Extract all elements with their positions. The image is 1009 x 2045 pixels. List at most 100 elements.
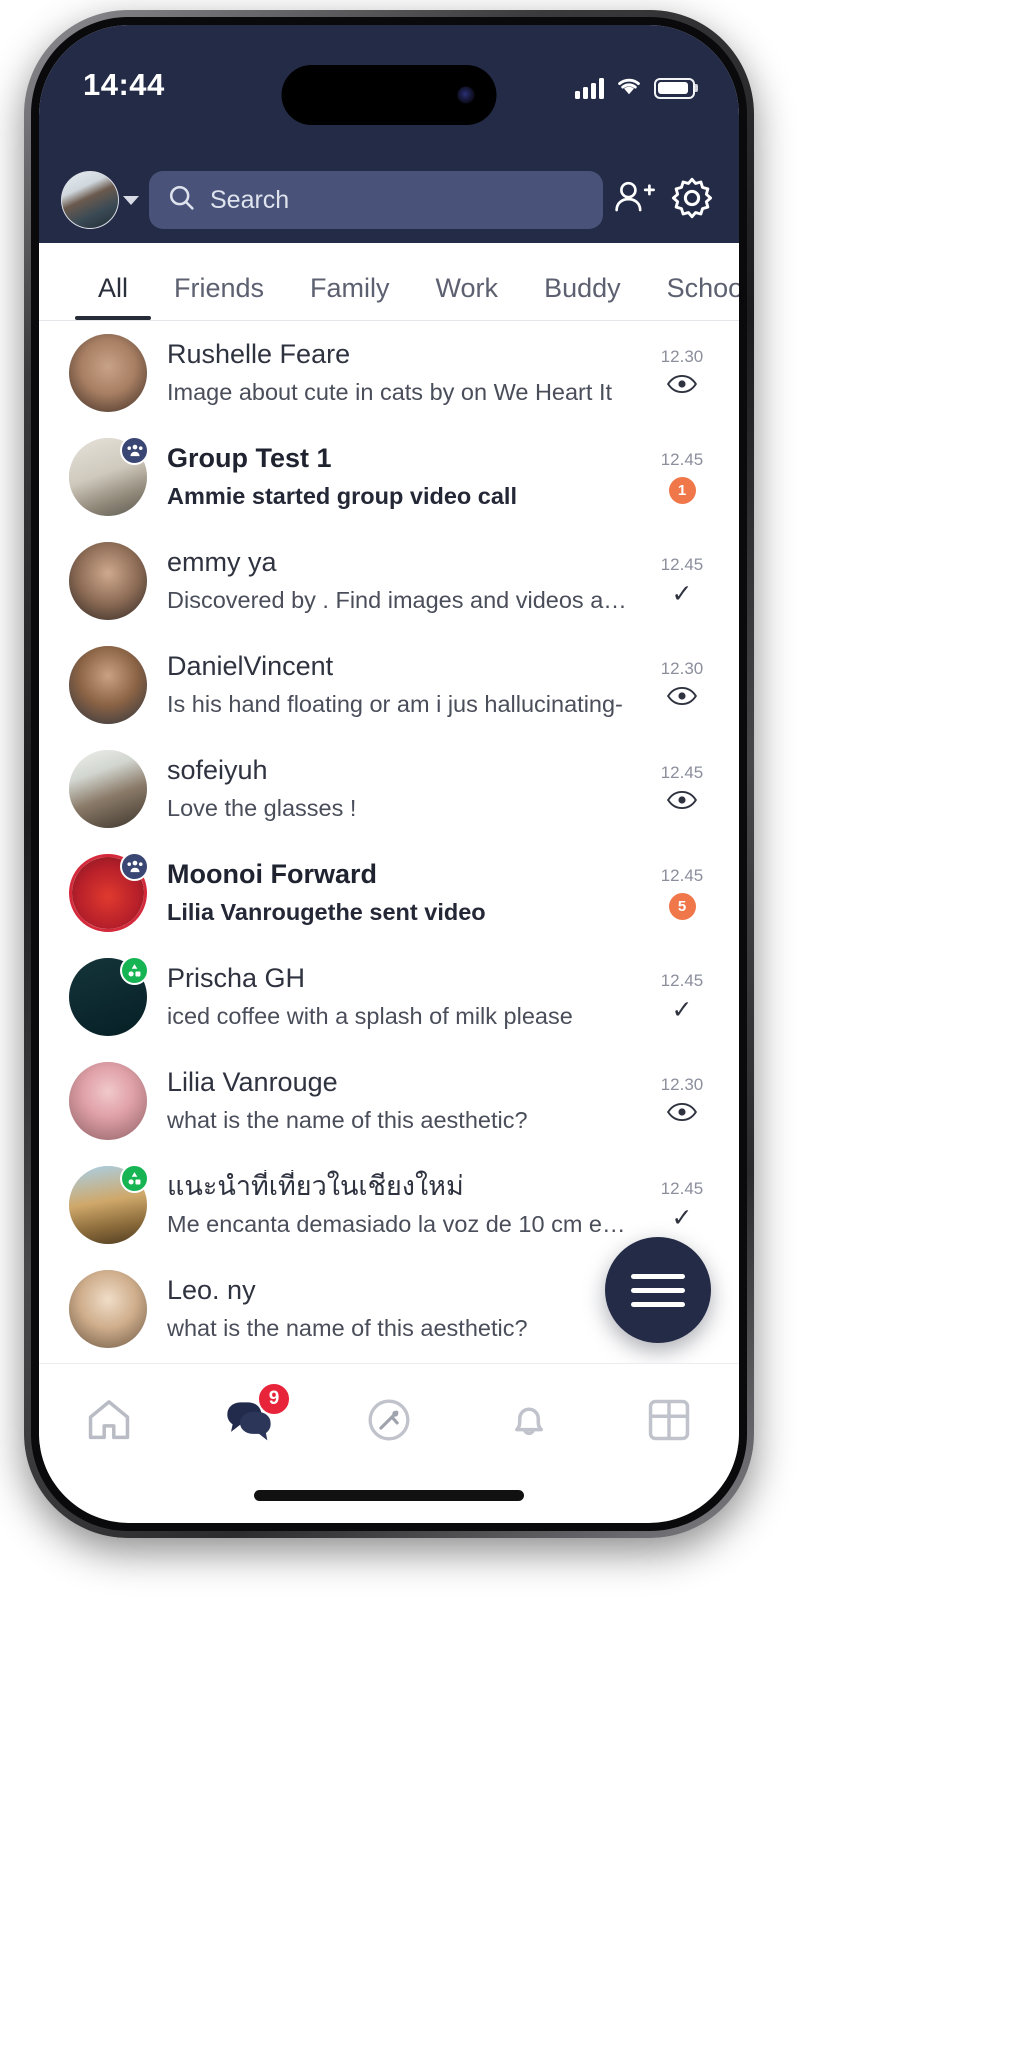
check-icon: ✓: [671, 580, 693, 608]
tab-family[interactable]: Family: [287, 273, 413, 320]
chat-list-item[interactable]: Prischa GH iced coffee with a splash of …: [39, 945, 739, 1049]
avatar[interactable]: [69, 750, 147, 828]
chat-name: Group Test 1: [167, 442, 332, 473]
avatar-wrapper: [69, 1164, 149, 1244]
avatar[interactable]: [69, 542, 147, 620]
tab-all[interactable]: All: [75, 273, 152, 320]
gear-icon[interactable]: [671, 177, 713, 224]
chat-list-item[interactable]: DanielVincent Is his hand floating or am…: [39, 633, 739, 737]
avatar-wrapper: [69, 1270, 147, 1348]
search-placeholder: Search: [210, 185, 290, 214]
chat-row-meta: 12.45 1: [651, 450, 713, 504]
chat-name: Moonoi Forward: [167, 858, 377, 889]
chat-timestamp: 12.45: [660, 866, 704, 885]
chat-name: Rushelle Feare: [167, 338, 351, 369]
chat-preview: Ammie started group video call: [167, 482, 517, 509]
nav-item-chats[interactable]: 9: [179, 1364, 319, 1481]
check-icon: ✓: [671, 996, 693, 1024]
search-input[interactable]: Search: [149, 171, 603, 229]
check-icon: ✓: [671, 1204, 693, 1232]
chevron-down-icon[interactable]: [123, 195, 139, 205]
phone-screen: 14:44 Search All Friends Family Work Bud…: [39, 25, 739, 1523]
home-indicator[interactable]: [254, 1490, 524, 1501]
nav-item-notifications[interactable]: [459, 1364, 599, 1481]
chat-row-body: Leo. ny what is the name of this aesthet…: [167, 1274, 631, 1344]
avatar-wrapper: [69, 1062, 147, 1140]
chat-name: Leo. ny: [167, 1274, 256, 1305]
search-icon: [167, 183, 196, 217]
home-icon: [85, 1396, 133, 1449]
add-person-icon[interactable]: [613, 178, 655, 223]
phone-frame: 14:44 Search All Friends Family Work Bud…: [24, 10, 754, 1538]
avatar-wrapper: [69, 750, 147, 828]
chat-row-body: Lilia Vanrouge what is the name of this …: [167, 1066, 631, 1136]
avatar-wrapper: [69, 956, 149, 1036]
avatar[interactable]: [69, 646, 147, 724]
eye-icon: [666, 1102, 698, 1127]
chat-timestamp: 12.45: [660, 763, 704, 782]
unread-count-badge: 1: [668, 477, 696, 504]
category-shapes-icon: [120, 1164, 149, 1193]
chat-timestamp: 12.45: [660, 450, 704, 469]
front-camera-icon: [457, 86, 475, 104]
bottom-navigation[interactable]: 9: [39, 1363, 739, 1481]
chat-row-meta: 12.45 ✓: [651, 1179, 713, 1231]
avatar-wrapper: [69, 646, 147, 724]
dynamic-island: [281, 65, 497, 125]
chat-name: DanielVincent: [167, 650, 334, 681]
tab-work[interactable]: Work: [413, 273, 522, 320]
chat-preview: Discovered by . Find images and videos a…: [167, 586, 631, 613]
chat-list-item[interactable]: Rushelle Feare Image about cute in cats …: [39, 321, 739, 425]
chat-list-item[interactable]: Group Test 1 Ammie started group video c…: [39, 425, 739, 529]
chat-timestamp: 12.45: [660, 971, 704, 990]
chat-row-body: DanielVincent Is his hand floating or am…: [167, 650, 631, 720]
avatar[interactable]: [69, 1062, 147, 1140]
cellular-signal-icon: [575, 77, 604, 99]
chat-preview: Lilia Vanrougethe sent video: [167, 898, 486, 925]
screenshot-root: 14:44 Search All Friends Family Work Bud…: [0, 0, 1009, 2045]
tab-school[interactable]: School: [644, 273, 739, 320]
nav-item-discover[interactable]: [319, 1364, 459, 1481]
chat-preview: Image about cute in cats by on We Heart …: [167, 378, 612, 405]
chat-list-item[interactable]: emmy ya Discovered by . Find images and …: [39, 529, 739, 633]
nav-item-home[interactable]: [39, 1364, 179, 1481]
chat-row-body: Prischa GH iced coffee with a splash of …: [167, 962, 631, 1032]
avatar-wrapper: [69, 542, 147, 620]
avatar[interactable]: [69, 334, 147, 412]
tab-friends[interactable]: Friends: [151, 273, 287, 320]
header-actions: [613, 177, 713, 224]
chat-preview: what is the name of this aesthetic?: [167, 1106, 528, 1133]
nav-item-apps[interactable]: [599, 1364, 739, 1481]
eye-icon: [666, 686, 698, 711]
tab-buddy[interactable]: Buddy: [521, 273, 644, 320]
group-people-icon: [120, 436, 149, 465]
chat-list[interactable]: Rushelle Feare Image about cute in cats …: [39, 321, 739, 1363]
chat-row-meta: 12.45 ✓: [651, 971, 713, 1023]
chat-row-meta: 12.30: [651, 1075, 713, 1127]
chat-row-body: แนะนำที่เที่ยวในเชียงใหม่ Me encanta dem…: [167, 1170, 631, 1240]
chat-list-item[interactable]: Lilia Vanrouge what is the name of this …: [39, 1049, 739, 1153]
chat-row-meta: 12.30: [651, 347, 713, 399]
chat-timestamp: 12.30: [660, 1075, 704, 1094]
chat-row-meta: 12.45 ✓: [651, 555, 713, 607]
chat-list-item[interactable]: sofeiyuh Love the glasses ! 12.45: [39, 737, 739, 841]
battery-icon: [654, 77, 695, 99]
grid-icon: [645, 1396, 693, 1449]
chat-row-body: sofeiyuh Love the glasses !: [167, 754, 631, 824]
chat-list-item[interactable]: Moonoi Forward Lilia Vanrougethe sent vi…: [39, 841, 739, 945]
chat-preview: Is his hand floating or am i jus halluci…: [167, 690, 623, 717]
hamburger-menu-icon[interactable]: [605, 1237, 711, 1343]
app-header: Search: [39, 157, 739, 243]
chat-name: emmy ya: [167, 546, 277, 577]
chat-preview: what is the name of this aesthetic?: [167, 1314, 528, 1341]
bell-icon: [506, 1396, 552, 1449]
chat-row-meta: 12.45 5: [651, 866, 713, 920]
chat-preview: iced coffee with a splash of milk please: [167, 1002, 573, 1029]
profile-switcher[interactable]: [61, 171, 139, 229]
avatar[interactable]: [69, 1270, 147, 1348]
chat-unread-badge: 9: [257, 1382, 291, 1416]
eye-icon: [666, 790, 698, 815]
avatar[interactable]: [61, 171, 119, 229]
category-tabs[interactable]: All Friends Family Work Buddy School: [39, 243, 739, 321]
chat-name: sofeiyuh: [167, 754, 268, 785]
